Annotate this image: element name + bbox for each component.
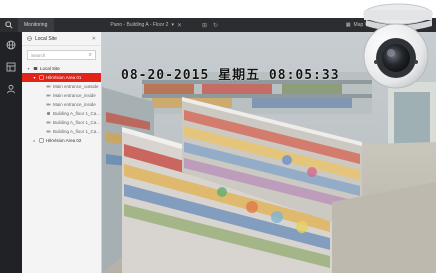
site-selector[interactable]: Local Site ✕ [22, 32, 101, 46]
tree-node-label: Building A_floor 1_Ca... [53, 120, 101, 125]
view-selector[interactable]: Pano - Building A - Floor 2 ▾ [110, 22, 174, 28]
refresh-icon[interactable]: ↻ [213, 22, 218, 29]
tab-monitoring-label: Monitoring [24, 22, 48, 28]
globe-icon [27, 36, 32, 41]
resource-tree: ▾ Local Site ▾ HikVision Area 01 Main en… [22, 64, 101, 145]
tree-node-label: HikVision Area 02 [46, 138, 82, 143]
tree-node-camera[interactable]: Building A_floor 1_Ca... [22, 118, 101, 127]
tree-node-area[interactable]: ▸ HikVision Area 02 [22, 136, 101, 145]
chevron-down-icon: ▾ [33, 75, 36, 80]
camera-icon [46, 85, 51, 88]
tree-node-label: Main entrance_inside [53, 102, 96, 107]
site-label: Local Site [35, 35, 57, 42]
camera-icon [46, 94, 51, 97]
chevron-down-icon: ▾ [171, 22, 174, 28]
chevron-right-icon: ▸ [33, 138, 36, 143]
tree-node-camera[interactable]: Building A_floor 1_Ca... [22, 127, 101, 136]
search-input[interactable]: Search ⌕ [27, 50, 96, 60]
tree-node-camera[interactable]: Main entrance_outside [22, 82, 101, 91]
dome-camera-icon [46, 111, 51, 116]
left-rail [0, 32, 22, 273]
dome-camera-image [363, 3, 433, 89]
view-name: Pano - Building A - Floor 2 [110, 22, 169, 28]
search-icon: ⌕ [88, 51, 92, 58]
osd-timestamp: 08-20-2015 星期五 08:05:33 [121, 68, 340, 83]
search-icon[interactable] [0, 18, 18, 32]
chevron-down-icon: ▾ [27, 66, 30, 71]
tree-node-label: Main entrance_inside [53, 93, 96, 98]
area-icon [39, 75, 44, 80]
tree-node-label: Building A_floor 1_Ca... [53, 111, 101, 116]
tree-node-label: HikVision Area 01 [46, 75, 82, 80]
tree-node-camera[interactable]: Main entrance_inside [22, 100, 101, 109]
camera-icon [46, 121, 51, 124]
layout-icon[interactable] [6, 62, 16, 72]
camera-icon [46, 103, 51, 106]
resource-panel: Local Site ✕ Search ⌕ ▾ Local Site ▾ Hik… [22, 32, 102, 273]
tree-node-area-selected[interactable]: ▾ HikVision Area 01 [22, 73, 101, 82]
tree-node-camera[interactable]: Main entrance_inside [22, 91, 101, 100]
close-icon[interactable]: ✕ [177, 22, 182, 29]
camera-icon [46, 130, 51, 133]
search-placeholder: Search [31, 52, 46, 58]
area-icon [39, 138, 44, 143]
tree-node-root[interactable]: ▾ Local Site [22, 64, 101, 73]
user-icon[interactable] [6, 84, 16, 94]
site-icon [33, 67, 38, 70]
tree-node-label: Main entrance_outside [53, 84, 99, 89]
close-icon[interactable]: ✕ [92, 36, 96, 42]
globe-icon[interactable] [6, 40, 16, 50]
tab-monitoring[interactable]: Monitoring [18, 18, 55, 32]
tree-node-label: Local Site [40, 66, 60, 71]
tree-node-label: Building A_floor 1_Ca... [53, 129, 101, 134]
tree-node-camera[interactable]: Building A_floor 1_Ca... [22, 109, 101, 118]
layout-grid-icon[interactable]: ⊞ [202, 22, 207, 29]
